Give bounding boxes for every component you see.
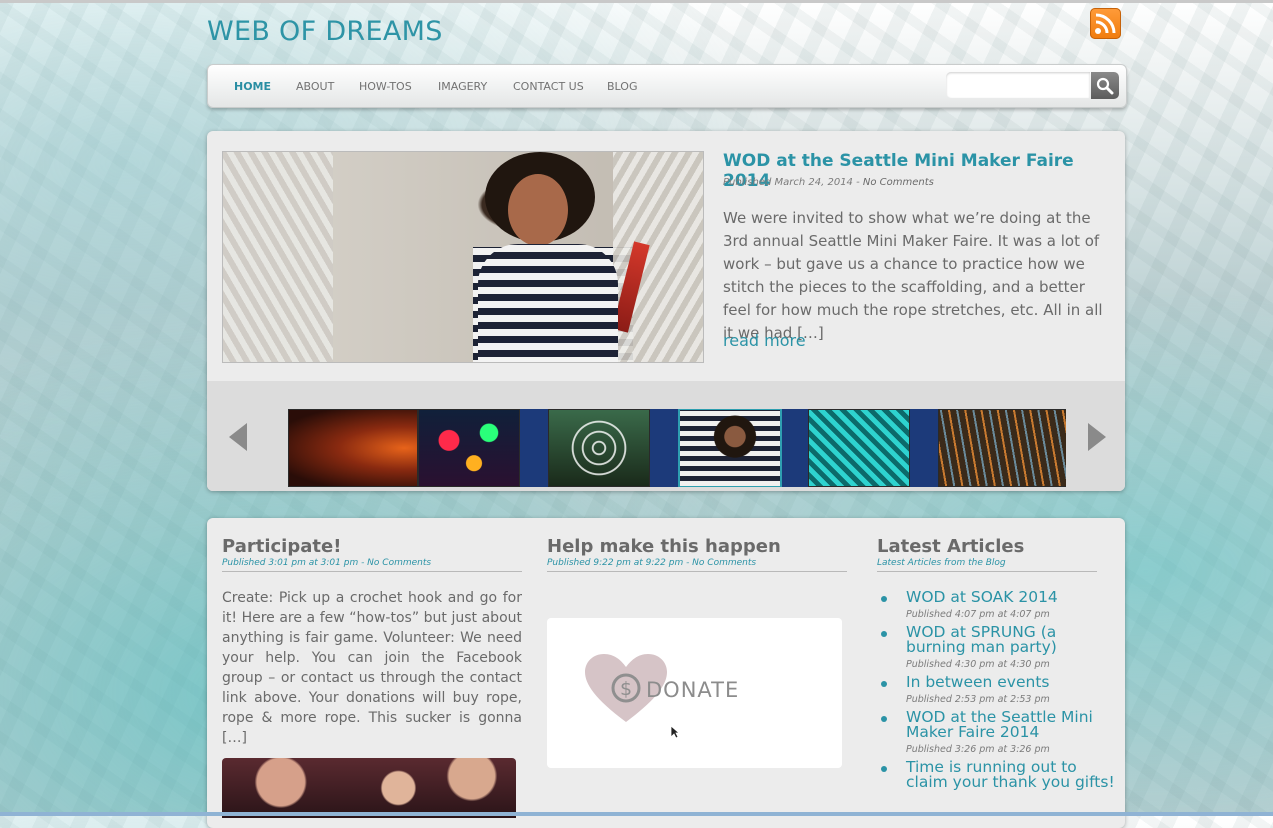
image-face <box>508 174 568 246</box>
participate-image[interactable] <box>222 758 516 818</box>
list-item: WOD at SPRUNG (a burning man party) Publ… <box>877 624 1117 671</box>
article-link[interactable]: WOD at SPRUNG (a burning man party) <box>906 624 1117 655</box>
magnifier-icon <box>1096 77 1114 95</box>
list-item: WOD at the Seattle Mini Maker Faire 2014… <box>877 709 1117 756</box>
bullet-icon <box>881 766 887 772</box>
nav-item-how-tos[interactable]: HOW-TOS <box>359 80 412 93</box>
bullet-icon <box>881 681 887 687</box>
site-title[interactable]: WEB OF DREAMS <box>207 16 443 47</box>
donate-label: DONATE <box>646 678 740 702</box>
widgets-panel: Participate! Published 3:01 pm at 3:01 p… <box>207 518 1125 828</box>
mouse-cursor-icon <box>670 725 680 739</box>
bullet-icon <box>881 631 887 637</box>
arrow-right-icon[interactable] <box>1084 421 1110 457</box>
thumbnail-2[interactable] <box>418 409 520 487</box>
svg-text:$: $ <box>620 678 632 700</box>
latest-articles-title: Latest Articles <box>877 536 1025 557</box>
article-link[interactable]: Time is running out to claim your thank … <box>906 759 1117 790</box>
article-meta: Published 3:26 pm at 3:26 pm <box>906 744 1050 755</box>
thumbnail-carousel <box>288 409 1066 487</box>
nav-item-imagery[interactable]: IMAGERY <box>438 80 487 93</box>
latest-articles-subtitle: Latest Articles from the Blog <box>877 558 1097 572</box>
help-meta: Published 9:22 pm at 9:22 pm - No Commen… <box>547 558 847 572</box>
bottom-border <box>0 812 1273 816</box>
list-item: Time is running out to claim your thank … <box>877 759 1117 790</box>
thumbnail-6[interactable] <box>938 409 1066 487</box>
participate-title[interactable]: Participate! <box>222 536 341 557</box>
thumbnail-4[interactable] <box>678 409 782 487</box>
thumbnail-strip <box>207 381 1125 491</box>
nav-item-contact-us[interactable]: CONTACT US <box>513 80 584 93</box>
featured-post-excerpt: We were invited to show what we’re doing… <box>723 209 1103 342</box>
article-link[interactable]: WOD at the Seattle Mini Maker Faire 2014 <box>906 709 1117 740</box>
image-rope-left <box>223 152 333 362</box>
featured-post-date: Published March 24, 2014 - <box>723 177 863 188</box>
image-striped-shirt <box>478 244 618 362</box>
search-button[interactable] <box>1091 72 1119 99</box>
featured-post-meta: Published March 24, 2014 - No Comments <box>723 177 934 188</box>
featured-post-image[interactable] <box>222 151 704 363</box>
article-link[interactable]: WOD at SOAK 2014 <box>906 589 1117 605</box>
article-meta: Published 2:53 pm at 2:53 pm <box>906 694 1050 705</box>
featured-post-comments-link[interactable]: No Comments <box>863 177 934 188</box>
rss-icon[interactable] <box>1090 8 1121 39</box>
latest-articles-list: WOD at SOAK 2014 Published 4:07 pm at 4:… <box>877 589 1117 794</box>
donate-button[interactable]: $ DONATE <box>547 618 842 768</box>
article-link[interactable]: In between events <box>906 674 1117 690</box>
article-meta: Published 4:07 pm at 4:07 pm <box>906 609 1050 620</box>
featured-slider: WOD at the Seattle Mini Maker Faire 2014… <box>207 131 1125 491</box>
list-item: WOD at SOAK 2014 Published 4:07 pm at 4:… <box>877 589 1117 621</box>
thumbnail-5[interactable] <box>808 409 910 487</box>
nav-item-home[interactable]: HOME <box>234 80 271 93</box>
help-title[interactable]: Help make this happen <box>547 536 781 557</box>
thumbnail-3[interactable] <box>548 409 650 487</box>
nav-item-about[interactable]: ABOUT <box>296 80 334 93</box>
article-meta: Published 4:30 pm at 4:30 pm <box>906 659 1050 670</box>
main-navigation: HOME ABOUT HOW-TOS IMAGERY CONTACT US BL… <box>207 64 1127 108</box>
search-input[interactable] <box>946 72 1090 98</box>
thumbnail-1[interactable] <box>288 409 418 487</box>
participate-meta: Published 3:01 pm at 3:01 pm - No Commen… <box>222 558 522 572</box>
participate-text: Create: Pick up a crochet hook and go fo… <box>222 590 522 746</box>
bullet-icon <box>881 596 887 602</box>
top-border <box>0 0 1273 3</box>
list-item: In between events Published 2:53 pm at 2… <box>877 674 1117 706</box>
arrow-left-icon[interactable] <box>225 421 251 457</box>
bullet-icon <box>881 716 887 722</box>
read-more-link[interactable]: read more <box>723 331 806 350</box>
nav-item-blog[interactable]: BLOG <box>607 80 637 93</box>
